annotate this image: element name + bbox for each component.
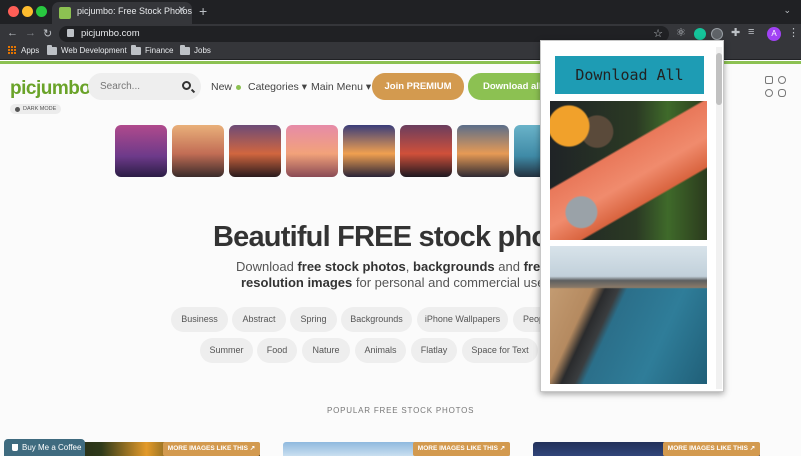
star-icon[interactable]: ☆ <box>653 27 663 40</box>
more-images-button[interactable]: MORE IMAGES LIKE THIS ↗ <box>663 442 760 456</box>
close-window-button[interactable] <box>8 6 19 17</box>
apps-icon <box>8 46 17 55</box>
new-dot-icon <box>236 84 242 90</box>
site-logo[interactable]: picjumbo <box>10 78 91 100</box>
collection-thumbnail[interactable] <box>115 125 167 177</box>
tag-pill[interactable]: Business <box>171 307 228 332</box>
tag-pill[interactable]: Peop <box>513 307 544 332</box>
profile-avatar[interactable]: A <box>767 27 781 41</box>
folder-icon <box>180 44 190 55</box>
tag-pill[interactable]: Flatlay <box>411 338 457 363</box>
tab-close-icon[interactable]: ✕ <box>178 5 186 16</box>
browser-tab[interactable]: picjumbo: Free Stock Photos ✕ <box>52 2 192 24</box>
favicon-icon <box>59 7 71 19</box>
search-icon[interactable] <box>182 81 191 90</box>
collection-thumbnail[interactable] <box>172 125 224 177</box>
grammarly-icon[interactable] <box>694 28 706 40</box>
buy-me-a-coffee-button[interactable]: Buy Me a Coffee <box>4 439 85 456</box>
facebook-icon[interactable] <box>778 76 786 84</box>
nav-new[interactable]: New <box>211 81 242 93</box>
bookmark-finance[interactable]: Finance <box>131 44 174 55</box>
subtitle-text: for personal and commercial use <box>352 275 545 290</box>
bookmark-label: Web Development <box>61 46 127 55</box>
bookmark-jobs[interactable]: Jobs <box>180 44 211 55</box>
reload-icon[interactable]: ↻ <box>43 27 52 40</box>
menu-icon[interactable]: ⋮ <box>788 26 799 39</box>
subtitle-text: and <box>494 259 524 274</box>
coffee-cup-icon <box>12 444 18 452</box>
tag-pill[interactable]: iPhone Wallpapers <box>417 307 508 332</box>
extensions-icon[interactable]: ✚ <box>731 26 740 39</box>
back-icon[interactable]: ← <box>7 27 18 39</box>
new-tab-icon[interactable]: + <box>199 3 207 19</box>
search-placeholder: Search... <box>100 81 141 92</box>
image-downloader-icon[interactable] <box>711 28 723 40</box>
popup-download-all-button[interactable]: Download All <box>555 56 704 94</box>
collection-thumbnail[interactable] <box>457 125 509 177</box>
hero-title: Beautiful FREE stock phot <box>213 221 558 253</box>
popup-scrollbar-thumb[interactable] <box>716 53 722 105</box>
subtitle-text: , <box>405 259 414 274</box>
tag-pill[interactable]: Space for Text <box>462 338 538 363</box>
collection-thumbnail[interactable] <box>400 125 452 177</box>
buy-me-a-coffee-label: Buy Me a Coffee <box>22 443 82 452</box>
moon-icon <box>15 106 20 112</box>
pinterest-icon[interactable] <box>765 89 773 97</box>
extension-popup: Download All <box>540 40 724 392</box>
dark-mode-label: DARK MODE <box>23 106 57 112</box>
twitter-icon[interactable] <box>778 89 786 97</box>
react-devtools-icon[interactable]: ⚛ <box>676 26 686 39</box>
collection-thumbnail[interactable] <box>286 125 338 177</box>
nav-main-menu[interactable]: Main Menu ▾ <box>311 81 371 93</box>
tag-pill[interactable]: Animals <box>355 338 406 363</box>
subtitle-bold: backgrounds <box>413 259 495 274</box>
more-images-button[interactable]: MORE IMAGES LIKE THIS ↗ <box>413 442 510 456</box>
hero-subtitle-line-2: resolution images for personal and comme… <box>241 275 544 290</box>
bookmark-label: Finance <box>145 46 174 55</box>
tag-pill[interactable]: Abstract <box>232 307 286 332</box>
tag-pill[interactable]: Food <box>257 338 297 363</box>
tag-pill[interactable]: Nature <box>302 338 350 363</box>
tab-search-icon[interactable]: ⌄ <box>783 5 791 16</box>
subtitle-text: Download <box>236 259 298 274</box>
collection-thumbnail[interactable] <box>229 125 281 177</box>
collection-thumbnail[interactable] <box>343 125 395 177</box>
minimize-window-button[interactable] <box>22 6 33 17</box>
reading-list-icon[interactable]: ≡ <box>748 26 754 38</box>
subtitle-bold: resolution images <box>241 275 353 290</box>
tab-title: picjumbo: Free Stock Photos <box>77 6 193 16</box>
hero-subtitle-line-1: Download free stock photos, backgrounds … <box>236 259 571 274</box>
folder-icon <box>131 44 141 55</box>
search-input[interactable]: Search... <box>88 73 201 100</box>
tag-pill[interactable]: Summer <box>200 338 253 363</box>
nav-new-label: New <box>211 81 233 93</box>
join-premium-button[interactable]: Join PREMIUM <box>372 73 464 100</box>
popular-heading: POPULAR FREE STOCK PHOTOS <box>327 406 475 415</box>
folder-icon <box>47 44 57 55</box>
bookmark-apps[interactable]: Apps <box>8 46 39 55</box>
lock-icon[interactable] <box>67 29 74 37</box>
tag-pill[interactable]: Spring <box>290 307 337 332</box>
forward-icon[interactable]: → <box>25 27 36 39</box>
instagram-icon[interactable] <box>765 76 773 84</box>
dark-mode-toggle[interactable]: DARK MODE <box>10 104 62 114</box>
bookmark-label: Apps <box>21 46 40 55</box>
subtitle-bold: free stock photos <box>297 259 406 274</box>
tag-pill[interactable]: Backgrounds <box>341 307 412 332</box>
nav-categories[interactable]: Categories ▾ <box>248 81 307 93</box>
popup-image-salmon[interactable] <box>550 101 707 240</box>
browser-titlebar: picjumbo: Free Stock Photos ✕ + ⌄ <box>0 0 801 24</box>
bookmark-label: Jobs <box>194 46 211 55</box>
bookmark-web-development[interactable]: Web Development <box>47 44 127 55</box>
maximize-window-button[interactable] <box>36 6 47 17</box>
more-images-button[interactable]: MORE IMAGES LIKE THIS ↗ <box>163 442 260 456</box>
popup-image-coast[interactable] <box>550 246 707 384</box>
url-text[interactable]: picjumbo.com <box>81 28 140 39</box>
